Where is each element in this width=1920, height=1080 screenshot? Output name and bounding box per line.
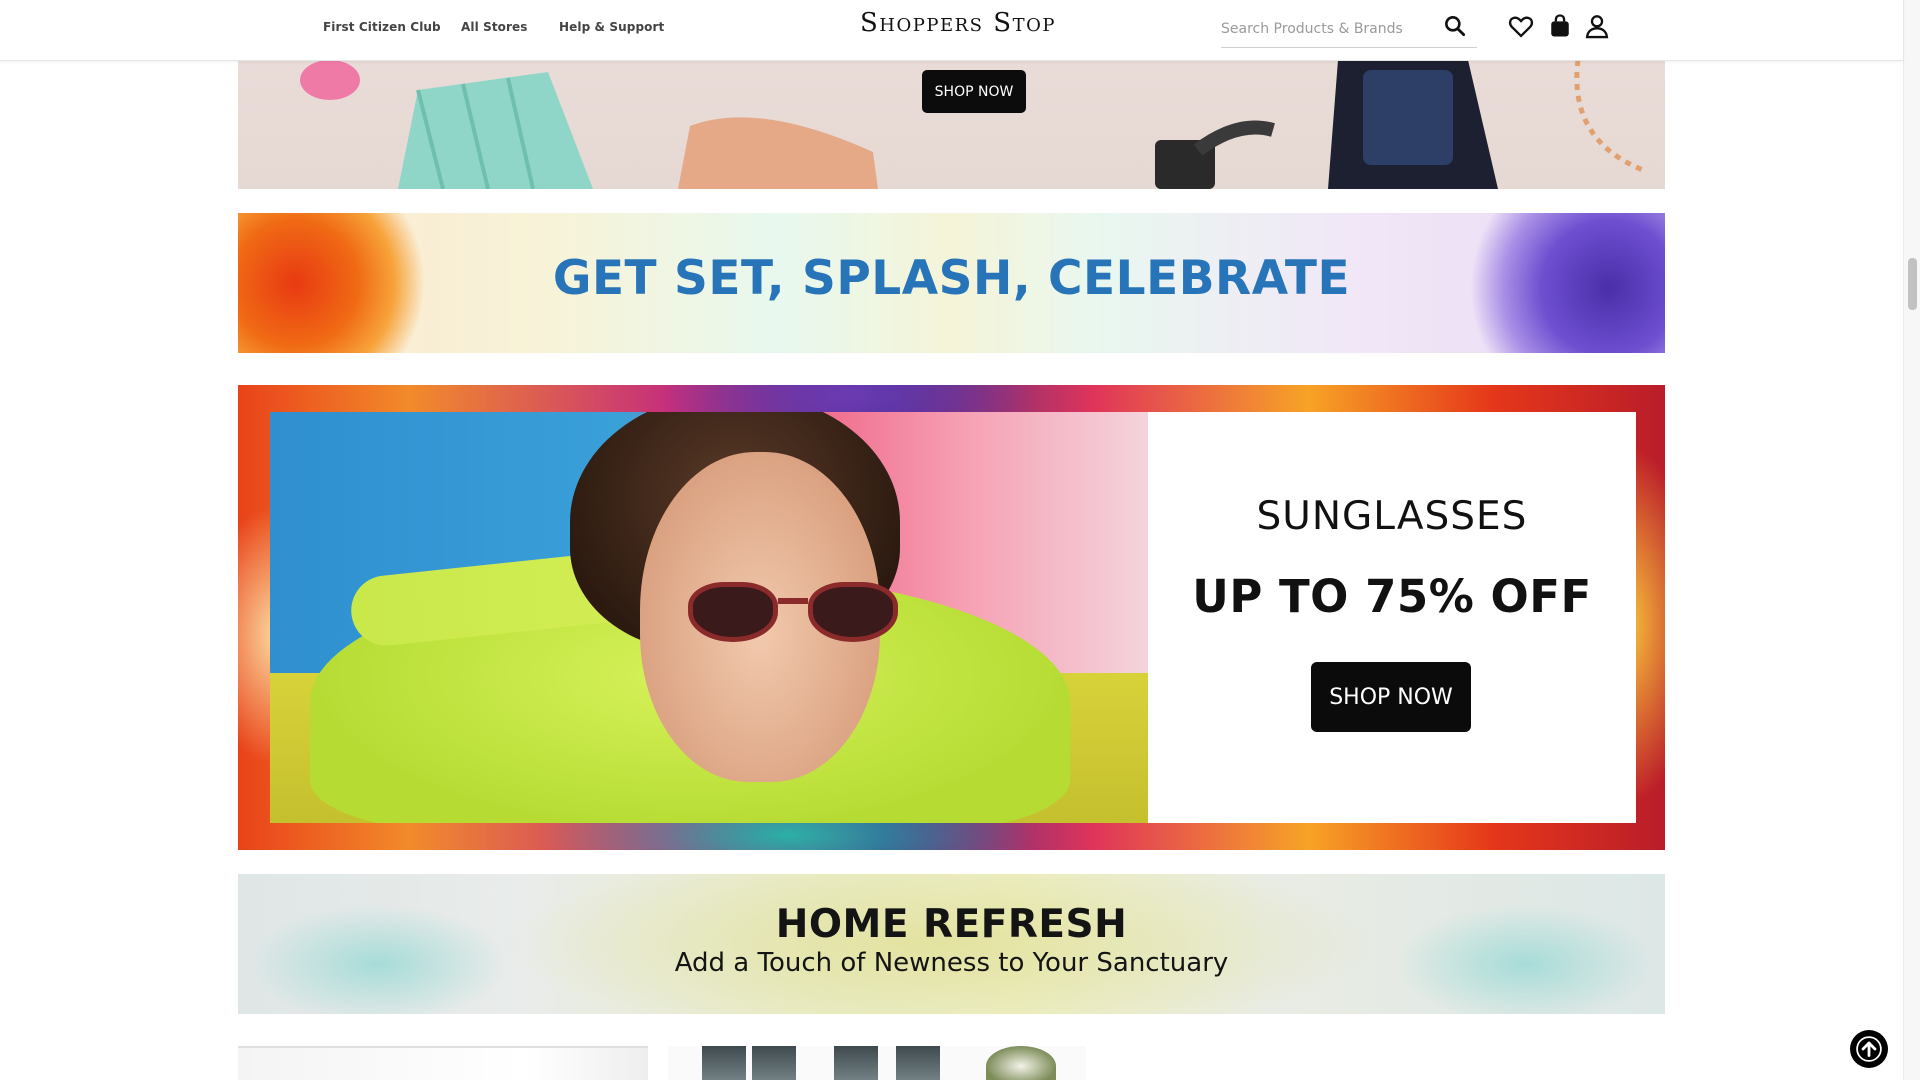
site-header: First Citizen Club All Stores Help & Sup… [0, 0, 1903, 61]
heart-icon[interactable] [1507, 12, 1535, 40]
scrollbar-thumb[interactable] [1908, 258, 1917, 310]
nav-first-citizen-club[interactable]: First Citizen Club [323, 20, 441, 34]
shop-now-button[interactable]: SHOP NOW [1311, 662, 1471, 732]
search-icon[interactable] [1442, 13, 1468, 39]
offer-category: SUNGLASSES [1256, 494, 1528, 539]
user-icon[interactable] [1583, 12, 1611, 40]
model-photo [270, 412, 1148, 823]
home-product-tile[interactable] [668, 1046, 1086, 1080]
home-refresh-banner[interactable]: HOME REFRESH Add a Touch of Newness to Y… [238, 874, 1665, 1014]
home-product-tile[interactable] [238, 1046, 648, 1080]
search-input[interactable] [1221, 10, 1477, 48]
nav-help-support[interactable]: Help & Support [559, 20, 664, 34]
home-refresh-title: HOME REFRESH [775, 902, 1128, 947]
sunglasses-banner[interactable]: SUNGLASSES UP TO 75% OFF SHOP NOW [238, 385, 1665, 850]
back-to-top-button[interactable] [1850, 1030, 1888, 1068]
nav-all-stores[interactable]: All Stores [461, 20, 528, 34]
offer-card: SUNGLASSES UP TO 75% OFF SHOP NOW [1148, 412, 1636, 823]
accessories-banner[interactable]: SHOP NOW [238, 60, 1665, 189]
page-scrollbar[interactable] [1903, 0, 1920, 1080]
arrow-up-icon [1856, 1036, 1882, 1062]
bag-icon[interactable] [1546, 12, 1574, 40]
offer-discount: UP TO 75% OFF [1192, 570, 1592, 623]
shop-now-button[interactable]: SHOP NOW [922, 70, 1026, 113]
site-logo[interactable]: Shoppers Stop [860, 8, 1056, 38]
holi-banner-title: GET SET, SPLASH, CELEBRATE [552, 251, 1351, 306]
holi-banner[interactable]: GET SET, SPLASH, CELEBRATE [238, 213, 1665, 353]
home-refresh-subtitle: Add a Touch of Newness to Your Sanctuary [674, 948, 1229, 978]
